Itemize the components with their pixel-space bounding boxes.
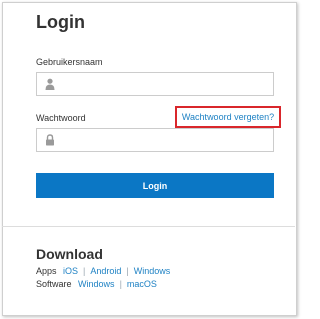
software-row: Software Windows | macOS xyxy=(36,279,157,289)
apps-label: Apps xyxy=(36,266,57,276)
password-label: Wachtwoord xyxy=(36,113,86,123)
username-input[interactable] xyxy=(36,72,274,96)
apps-android-link[interactable]: Android xyxy=(90,266,121,276)
separator: | xyxy=(119,279,122,289)
user-icon xyxy=(45,78,55,90)
apps-row: Apps iOS | Android | Windows xyxy=(36,266,170,276)
download-title: Download xyxy=(36,246,103,262)
software-macos-link[interactable]: macOS xyxy=(127,279,157,289)
apps-windows-link[interactable]: Windows xyxy=(134,266,171,276)
software-windows-link[interactable]: Windows xyxy=(78,279,115,289)
separator: | xyxy=(83,266,86,276)
login-title: Login xyxy=(36,12,85,32)
section-divider xyxy=(2,226,295,227)
forgot-password-link[interactable]: Wachtwoord vergeten? xyxy=(182,112,274,122)
forgot-password-highlight: Wachtwoord vergeten? xyxy=(175,106,281,128)
lock-icon xyxy=(46,134,54,146)
software-label: Software xyxy=(36,279,72,289)
password-input[interactable] xyxy=(36,128,274,152)
username-label: Gebruikersnaam xyxy=(36,57,103,67)
apps-ios-link[interactable]: iOS xyxy=(63,266,78,276)
separator: | xyxy=(126,266,129,276)
login-button[interactable]: Login xyxy=(36,173,274,198)
